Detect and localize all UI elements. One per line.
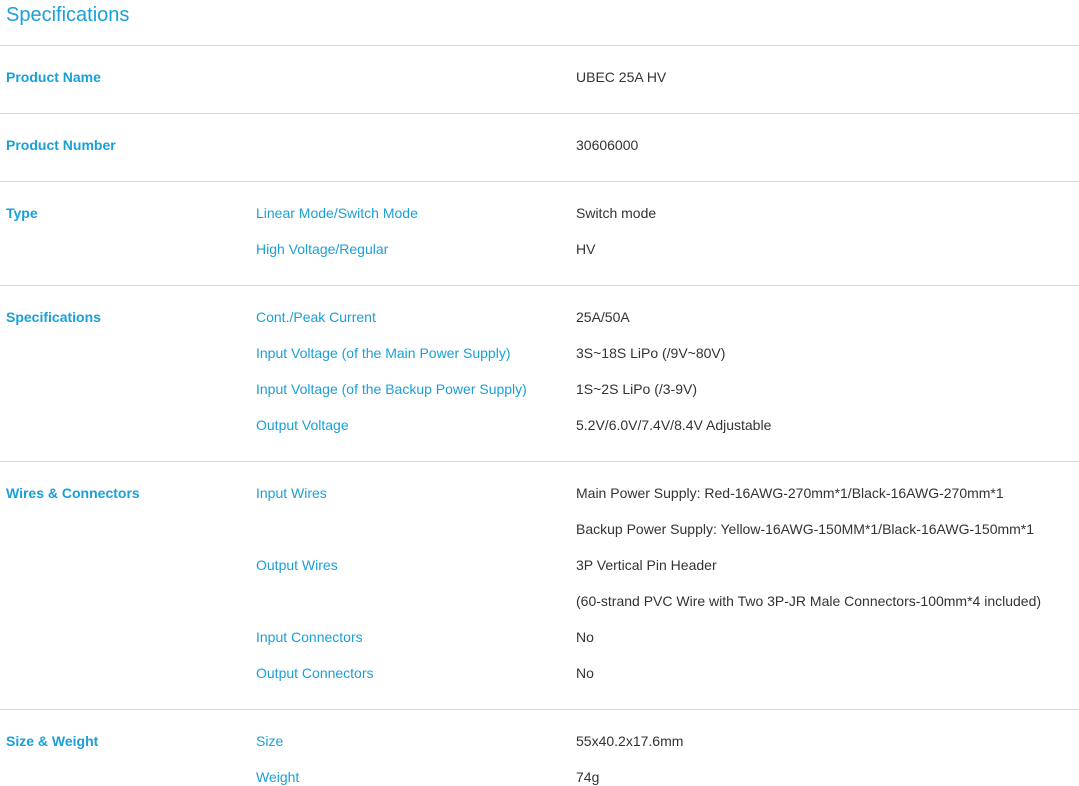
spec-label: High Voltage/Regular [256,241,389,257]
spec-value: Switch mode [576,205,657,221]
spec-row: Input Voltage (of the Main Power Supply)… [0,344,1079,362]
section-divider [0,285,1079,286]
spec-value: Main Power Supply: Red-16AWG-270mm*1/Bla… [576,485,1004,501]
spec-row: Output Connectors No [0,664,1079,682]
spec-row: Linear Mode/Switch Mode Switch mode [0,204,1079,222]
spec-label: Input Voltage (of the Main Power Supply) [256,345,511,361]
spec-value: Backup Power Supply: Yellow-16AWG-150MM*… [576,521,1035,537]
spec-row: 30606000 [0,136,1079,154]
spec-row: Input Voltage (of the Backup Power Suppl… [0,380,1079,398]
spec-value: 1S~2S LiPo (/3-9V) [576,381,698,397]
spec-row: Input Connectors No [0,628,1079,646]
spec-value: 55x40.2x17.6mm [576,733,684,749]
spec-value: 5.2V/6.0V/7.4V/8.4V Adjustable [576,417,772,433]
spec-value: 3P Vertical Pin Header [576,557,717,573]
spec-value: No [576,629,594,645]
spec-value: UBEC 25A HV [576,69,667,85]
spec-label: Input Wires [256,485,327,501]
spec-row: UBEC 25A HV [0,68,1079,86]
spec-row: High Voltage/Regular HV [0,240,1079,258]
spec-value: 25A/50A [576,309,630,325]
spec-value: HV [576,241,596,257]
spec-row: Weight 74g [0,768,1079,786]
spec-row: Size 55x40.2x17.6mm [0,732,1079,750]
spec-label: Input Connectors [256,629,363,645]
spec-row: (60-strand PVC Wire with Two 3P-JR Male … [0,592,1079,610]
spec-label: Input Voltage (of the Backup Power Suppl… [256,381,527,397]
spec-label: Output Wires [256,557,338,573]
section-divider [0,461,1079,462]
section-divider [0,709,1079,710]
spec-label: Output Connectors [256,665,374,681]
spec-label: Cont./Peak Current [256,309,376,325]
spec-label: Output Voltage [256,417,349,433]
spec-label: Linear Mode/Switch Mode [256,205,418,221]
section-divider [0,181,1079,182]
spec-row: Backup Power Supply: Yellow-16AWG-150MM*… [0,520,1079,538]
spec-row: Cont./Peak Current 25A/50A [0,308,1079,326]
spec-value: 30606000 [576,137,639,153]
spec-row: Output Voltage 5.2V/6.0V/7.4V/8.4V Adjust… [0,416,1079,434]
spec-label: Size [256,733,284,749]
section-divider [0,113,1079,114]
section-divider [0,45,1079,46]
spec-row: Output Wires 3P Vertical Pin Header [0,556,1079,574]
spec-value: 74g [576,769,600,785]
spec-value: No [576,665,594,681]
page-title: Specifications [6,4,130,26]
spec-value: (60-strand PVC Wire with Two 3P-JR Male … [576,593,1042,609]
spec-label: Weight [256,769,300,785]
spec-value: 3S~18S LiPo (/9V~80V) [576,345,726,361]
spec-row: Input Wires Main Power Supply: Red-16AWG-… [0,484,1079,502]
